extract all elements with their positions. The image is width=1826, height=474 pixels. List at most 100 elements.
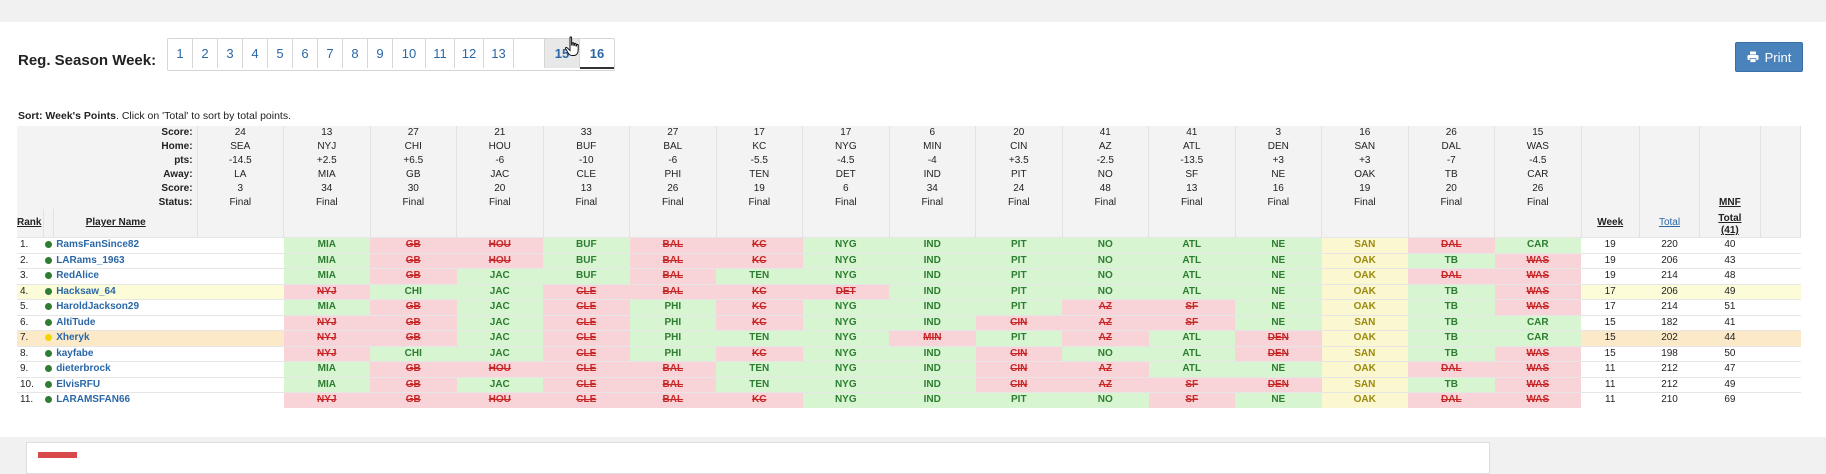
week-13-button[interactable]: 13 <box>484 39 514 68</box>
week-10-button[interactable]: 10 <box>393 39 426 68</box>
player-week-points: 15 <box>1581 314 1640 331</box>
week-2-button[interactable]: 2 <box>193 39 218 68</box>
trailing-spacer <box>1760 237 1801 254</box>
pick-cell: PIT <box>975 237 1063 254</box>
player-mnf-total: 43 <box>1699 252 1761 269</box>
pick-cell: ATL <box>1148 237 1236 254</box>
player-rank: 10. <box>17 376 44 393</box>
player-name-link[interactable]: RamsFanSince82 <box>53 237 198 254</box>
pick-cell: CLE <box>543 330 630 347</box>
lower-panel-accent <box>38 452 77 458</box>
player-name-link[interactable]: LARams_1963 <box>53 252 198 269</box>
player-week-points: 19 <box>1581 252 1640 269</box>
player-name-link[interactable]: kayfabe <box>53 345 198 362</box>
pick-column-header <box>543 209 631 238</box>
pick-cell: NO <box>1062 252 1149 269</box>
player-name-link[interactable]: ElvisRFU <box>53 376 198 393</box>
pick-cell: GB <box>370 361 457 378</box>
player-name-link[interactable]: HaroldJackson29 <box>53 299 198 316</box>
player-name-link[interactable]: dieterbrock <box>53 361 198 378</box>
pick-cell: AZ <box>1062 314 1149 331</box>
pick-cell: GB <box>370 392 457 408</box>
pick-cell: ATL <box>1148 330 1236 347</box>
game-status: Final <box>629 195 717 210</box>
player-status <box>43 330 54 347</box>
pick-cell: IND <box>889 252 976 269</box>
player-name-link[interactable]: Xheryk <box>53 330 198 347</box>
player-name-link[interactable]: LARAMSFAN66 <box>53 392 198 408</box>
week-11-button[interactable]: 11 <box>426 39 455 68</box>
game-pts: -6 <box>629 153 717 168</box>
pick-cell: ATL <box>1148 361 1236 378</box>
game-status: Final <box>1494 195 1582 210</box>
game-info-spacer <box>1581 126 1640 140</box>
player-rank: 4. <box>17 283 44 300</box>
pick-cell: BUF <box>543 237 630 254</box>
pick-cell: NYG <box>802 330 890 347</box>
player-mnf-total: 47 <box>1699 361 1761 378</box>
pick-cell: IND <box>889 299 976 316</box>
total-sort-link[interactable]: Total <box>1639 209 1701 238</box>
player-row: 7. Xheryk NYJ GB JAC CLE PHI TEN NYG MIN PIT AZ ATL D… <box>17 330 1801 347</box>
player-row: 2. LARams_1963 MIA GB HOU BUF BAL KC NYG IND PIT NO… <box>17 252 1801 269</box>
pick-cell: DAL <box>1408 268 1495 285</box>
pick-cell: NE <box>1235 283 1322 300</box>
pick-cell: NO <box>1062 283 1149 300</box>
pick-cell: GB <box>370 299 457 316</box>
pick-cell: TEN <box>716 268 803 285</box>
pick-cell: SF <box>1148 376 1236 393</box>
pick-cell: CLE <box>543 314 630 331</box>
week-label: Reg. Season Week: <box>18 52 157 69</box>
week-4-button[interactable]: 4 <box>243 39 268 68</box>
pick-cell: JAC <box>456 345 544 362</box>
print-button[interactable]: Print <box>1735 42 1803 72</box>
trailing-spacer <box>1760 376 1801 393</box>
week-8-button[interactable]: 8 <box>343 39 368 68</box>
week-16-button[interactable]: 16 <box>580 39 614 69</box>
player-status <box>43 376 54 393</box>
pick-cell: HOU <box>456 252 544 269</box>
game-away: CLE <box>543 167 631 182</box>
game-home-score: 41 <box>1062 126 1150 140</box>
pick-cell: SF <box>1148 392 1236 408</box>
player-total-points: 206 <box>1639 252 1700 269</box>
player-rank: 7. <box>17 330 44 347</box>
game-home: SAN <box>1321 139 1409 154</box>
game-away-score: 48 <box>1062 181 1150 196</box>
game-row-label: Status: <box>17 195 198 210</box>
game-home-score: 16 <box>1321 126 1409 140</box>
pick-cell: SF <box>1148 299 1236 316</box>
pick-cell: WAS <box>1494 299 1582 316</box>
week-12-button[interactable]: 12 <box>455 39 484 68</box>
player-column-header: Player Name <box>53 209 198 238</box>
sort-note: Sort: Week's Points. Click on 'Total' to… <box>18 110 291 122</box>
player-status <box>43 252 54 269</box>
week-3-button[interactable]: 3 <box>218 39 243 68</box>
week-9-button[interactable]: 9 <box>368 39 393 68</box>
game-info-spacer <box>1760 153 1802 168</box>
pick-cell: CIN <box>975 376 1063 393</box>
game-away: GB <box>370 167 458 182</box>
trailing-spacer <box>1760 361 1801 378</box>
game-info-spacer <box>1760 181 1802 196</box>
player-name-link[interactable]: RedAlice <box>53 268 198 285</box>
player-mnf-total: 49 <box>1699 283 1761 300</box>
week-1-button[interactable]: 1 <box>168 39 193 68</box>
player-name-link[interactable]: Hacksaw_64 <box>53 283 198 300</box>
player-rank: 6. <box>17 314 44 331</box>
week-7-button[interactable]: 7 <box>318 39 343 68</box>
pick-cell: PHI <box>629 299 717 316</box>
status-dot-icon <box>44 287 52 295</box>
sort-note-bold: Sort: Week's Points <box>18 110 116 122</box>
trailing-spacer <box>1760 345 1801 362</box>
week-5-button[interactable]: 5 <box>268 39 293 68</box>
player-name-link[interactable]: AltiTude <box>53 314 198 331</box>
pick-cell: WAS <box>1494 361 1582 378</box>
player-week-points: 19 <box>1581 237 1640 254</box>
pick-cell: GB <box>370 314 457 331</box>
week-6-button[interactable]: 6 <box>293 39 318 68</box>
pick-cell: CHI <box>370 283 457 300</box>
week-sort-header: Week <box>1581 209 1640 238</box>
status-dot-icon <box>44 256 52 264</box>
week-hidden-button[interactable] <box>514 39 545 68</box>
